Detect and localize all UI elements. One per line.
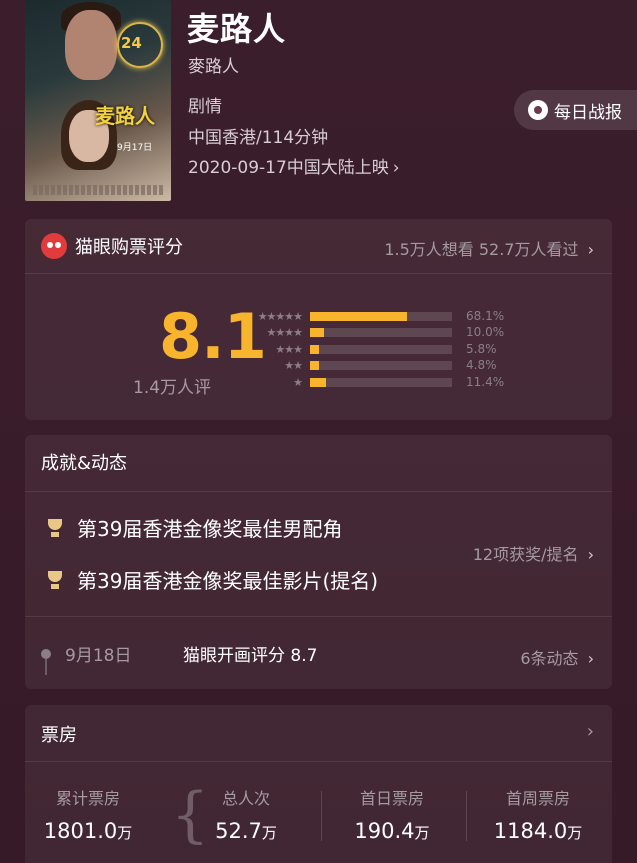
movie-title: 麦路人 xyxy=(187,10,287,48)
stat-value: 190.4万 xyxy=(327,819,457,843)
stat-label: 首日票房 xyxy=(359,789,424,808)
awards-summary: 12项获奖/提名 xyxy=(472,545,579,564)
rating-stats: 1.5万人想看 52.7万人看过 xyxy=(384,240,579,259)
box-office-stat: 累计票房 1801.0万 xyxy=(23,785,153,843)
movie-release-date: 2020-09-17中国大陆上映 xyxy=(188,158,389,178)
trophy-icon xyxy=(45,570,65,590)
cat-eye-logo-icon xyxy=(41,233,67,259)
stat-number: 190.4 xyxy=(354,819,415,843)
rating-bar-fill xyxy=(310,361,319,370)
chevron-right-icon: › xyxy=(587,649,594,668)
awards-header: 成就&动态 xyxy=(41,449,127,475)
awards-header-label: 成就&动态 xyxy=(41,453,128,474)
divider xyxy=(25,616,612,617)
stat-label: 累计票房 xyxy=(55,789,120,808)
award-label: 第39届香港金像奖最佳影片(提名) xyxy=(77,569,379,593)
rating-percent: 4.8% xyxy=(466,358,497,372)
awards-card: 成就&动态 第39届香港金像奖最佳男配角 第39届香港金像奖最佳影片(提名) 1… xyxy=(25,435,612,689)
rating-row: ★★★ 5.8% xyxy=(230,342,496,356)
rating-bar-track xyxy=(310,328,452,337)
chevron-right-icon: › xyxy=(587,545,594,564)
rating-bar-fill xyxy=(310,328,325,337)
timeline-more: 6条动态 xyxy=(520,649,579,668)
rating-bar-track xyxy=(310,361,452,370)
timeline-date: 9月18日 xyxy=(65,646,132,666)
poster-figure-face xyxy=(65,10,117,80)
rating-card: 猫眼购票评分 1.5万人想看 52.7万人看过 › 8.1 1.4万人评 ★★★… xyxy=(25,219,612,420)
rating-row: ★ 11.4% xyxy=(230,375,504,389)
star-icon: ★ xyxy=(293,375,303,389)
chevron-right-icon: › xyxy=(586,721,594,742)
stat-unit: 万 xyxy=(261,824,277,842)
box-office-stat: 总人次 52.7万 xyxy=(181,785,311,843)
divider xyxy=(466,791,467,841)
chevron-right-icon: › xyxy=(587,240,594,259)
divider xyxy=(25,761,612,762)
rating-percent: 5.8% xyxy=(466,342,497,356)
rating-header-label: 猫眼购票评分 xyxy=(75,237,183,258)
timeline-item[interactable]: 9月18日 猫眼开画评分 8.7 xyxy=(41,641,318,675)
trophy-icon xyxy=(45,518,65,538)
stat-unit: 万 xyxy=(414,824,430,842)
box-office-stat: 首周票房 1184.0万 xyxy=(473,785,603,843)
movie-genre: 剧情 xyxy=(188,97,222,117)
poster-title: 麦路人 xyxy=(95,104,155,128)
award-label: 第39届香港金像奖最佳男配角 xyxy=(77,517,343,541)
rating-percent: 68.1% xyxy=(466,309,505,323)
stat-value: 1801.0万 xyxy=(23,819,153,843)
movie-region-duration: 中国香港/114分钟 xyxy=(188,128,329,148)
poster-credits xyxy=(33,185,163,195)
stat-number: 1801.0 xyxy=(43,819,118,843)
divider xyxy=(25,491,612,492)
stat-number: 1184.0 xyxy=(493,819,568,843)
movie-original-title: 麥路人 xyxy=(188,57,239,77)
movie-poster[interactable]: 24 麦路人 9月17日 xyxy=(25,0,171,201)
rating-bar-track xyxy=(310,345,452,354)
stat-label: 首周票房 xyxy=(505,789,570,808)
box-office-header: 票房 xyxy=(41,725,77,746)
rating-bar-track xyxy=(310,378,452,387)
rating-row: ★★★★ 10.0% xyxy=(230,325,505,339)
timeline-pin-icon xyxy=(41,648,51,675)
stat-unit: 万 xyxy=(117,824,133,842)
box-office-card[interactable]: 票房 › 累计票房 1801.0万 { 总人次 52.7万 首日票房 190.4… xyxy=(25,705,612,863)
chevron-right-icon: › xyxy=(392,158,400,178)
movie-release-link[interactable]: 2020-09-17中国大陆上映 › xyxy=(188,153,400,178)
divider xyxy=(25,273,612,274)
rating-count: 1.4万人评 xyxy=(133,378,212,398)
rating-stats-link[interactable]: 1.5万人想看 52.7万人看过 › xyxy=(384,236,594,260)
box-office-stat: 首日票房 190.4万 xyxy=(327,785,457,843)
stat-label: 总人次 xyxy=(221,789,270,808)
rating-bar-fill xyxy=(310,378,327,387)
awards-summary-link[interactable]: 12项获奖/提名 › xyxy=(473,541,594,565)
star-icon: ★★★★★ xyxy=(257,309,303,323)
stat-value: 52.7万 xyxy=(181,819,311,843)
rating-bar-track xyxy=(310,312,452,321)
rating-row: ★★★★★ 68.1% xyxy=(230,309,504,323)
star-icon: ★★★ xyxy=(275,342,303,356)
poster-date: 9月17日 xyxy=(117,143,153,153)
award-item[interactable]: 第39届香港金像奖最佳影片(提名) xyxy=(45,565,378,594)
medal-icon xyxy=(528,100,548,120)
award-item[interactable]: 第39届香港金像奖最佳男配角 xyxy=(45,513,342,542)
rating-bar-fill xyxy=(310,345,319,354)
stat-value: 1184.0万 xyxy=(473,819,603,843)
rating-header: 猫眼购票评分 xyxy=(41,233,183,259)
daily-report-button[interactable]: 每日战报 xyxy=(514,90,637,130)
divider xyxy=(321,791,322,841)
rating-bar-fill xyxy=(310,312,407,321)
star-icon: ★★★★ xyxy=(266,325,303,339)
daily-report-label: 每日战报 xyxy=(554,102,622,123)
star-icon: ★★ xyxy=(284,358,303,372)
poster-neon-text: 24 xyxy=(121,34,142,52)
stat-unit: 万 xyxy=(567,824,583,842)
rating-row: ★★ 4.8% xyxy=(230,358,496,372)
stat-number: 52.7 xyxy=(215,819,262,843)
rating-percent: 10.0% xyxy=(466,325,505,339)
rating-percent: 11.4% xyxy=(466,375,505,389)
timeline-more-link[interactable]: 6条动态 › xyxy=(520,645,594,669)
timeline-text: 猫眼开画评分 8.7 xyxy=(183,646,318,666)
